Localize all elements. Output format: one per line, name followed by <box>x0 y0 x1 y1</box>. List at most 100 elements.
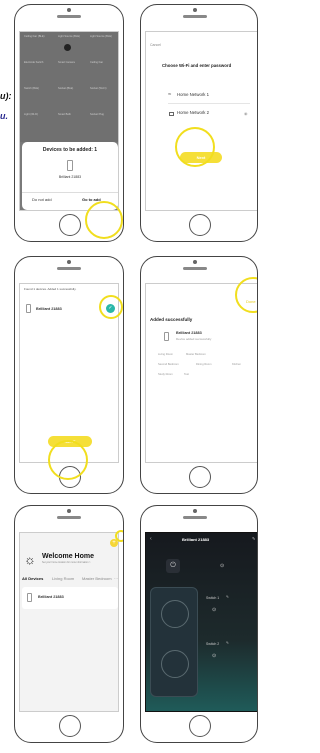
cancel-button[interactable]: Cancel <box>150 43 161 48</box>
camera <box>193 260 197 264</box>
speaker <box>57 267 81 270</box>
back-icon[interactable]: ‹ <box>150 536 152 543</box>
timer-icon[interactable]: ⊙ <box>212 607 216 613</box>
highlight-circle-check <box>99 295 123 319</box>
screen: Done Added successfully Brilliant 21883 … <box>145 283 257 463</box>
room-chip[interactable]: Second Bedroom <box>158 363 179 367</box>
eye-icon[interactable]: ◉ <box>244 111 248 116</box>
home-button[interactable] <box>189 214 211 236</box>
power-button[interactable]: ⏻ <box>166 559 180 573</box>
lock-icon <box>169 112 174 116</box>
found-message: Found 1 devices. Added 1 successfully. <box>24 287 77 291</box>
page-title: Choose Wi-Fi and enter password <box>162 63 232 68</box>
modal-divider <box>22 192 118 193</box>
camera-device-icon <box>64 44 71 51</box>
plug-icon <box>27 593 32 602</box>
devices-modal: Devices to be added: 1 Brilliant 21883 D… <box>22 142 118 210</box>
screen: + ☼ Welcome Home Set your home location … <box>19 532 119 712</box>
room-chip[interactable]: Master Bedroom <box>186 353 206 357</box>
camera <box>193 8 197 12</box>
wifi-network-2[interactable]: Home Network 2 <box>177 110 209 116</box>
device-name: Brilliant 21883 <box>38 595 64 599</box>
camera <box>67 260 71 264</box>
page-title: Added successfully <box>150 317 193 322</box>
tab-all-devices[interactable]: All Devices <box>22 576 43 581</box>
switch-2-label: Switch 2 <box>206 642 220 646</box>
welcome-subtitle[interactable]: Set your home location for more informat… <box>42 561 91 565</box>
highlight-circle <box>85 201 123 239</box>
outlet-2[interactable] <box>161 650 189 678</box>
phone-home: + ☼ Welcome Home Set your home location … <box>14 505 124 743</box>
page-title: Brilliant 21883 <box>182 537 210 542</box>
screen: ‹ Brilliant 21883 ✎ ⏻ ⊙ Switch 1 ✎ ⊙ Swi… <box>145 532 257 712</box>
home-button[interactable] <box>59 715 81 737</box>
grid-item-10[interactable]: Smart Bulb <box>58 113 71 117</box>
grid-item-11[interactable]: Socket Plug <box>90 113 104 117</box>
timer-icon[interactable]: ⊙ <box>220 563 224 569</box>
grid-item-1[interactable]: Light Source (BLE) <box>58 35 80 39</box>
highlight-circle <box>115 530 123 542</box>
device-grid: Ceiling Fan (BLE) Light Source (BLE) Lig… <box>20 32 118 142</box>
phone-add-device: Ceiling Fan (BLE) Light Source (BLE) Lig… <box>14 4 124 242</box>
plug-icon <box>67 160 73 171</box>
device-name: Brilliant 21883 <box>36 307 62 311</box>
wifi-network-1[interactable]: Home Network 1 <box>177 92 209 98</box>
highlight-circle-next <box>48 440 88 480</box>
phone-device-control: ‹ Brilliant 21883 ✎ ⏻ ⊙ Switch 1 ✎ ⊙ Swi… <box>140 505 258 743</box>
camera <box>67 509 71 513</box>
home-button[interactable] <box>59 214 81 236</box>
home-button[interactable] <box>189 715 211 737</box>
screen: Ceiling Fan (BLE) Light Source (BLE) Lig… <box>19 31 119 211</box>
speaker <box>57 516 81 519</box>
speaker <box>183 516 207 519</box>
plug-icon <box>164 332 169 341</box>
margin-text-b: u. <box>0 111 8 121</box>
room-chip[interactable]: Kitchen <box>232 363 241 367</box>
room-chip[interactable]: Test <box>184 373 189 377</box>
modal-title: Devices to be added: 1 <box>42 147 98 153</box>
switch-panel <box>150 587 198 697</box>
grid-item-6[interactable]: Switch (BLE) <box>24 87 39 91</box>
margin-text-a: u): <box>0 91 12 101</box>
wifi-icon: ≈ <box>168 92 172 98</box>
screen: Cancel Choose Wi-Fi and enter password ≈… <box>145 31 257 211</box>
camera <box>193 509 197 513</box>
sun-icon: ☼ <box>24 552 36 567</box>
speaker <box>183 15 207 18</box>
phone-wifi: Cancel Choose Wi-Fi and enter password ≈… <box>140 4 258 242</box>
device-card[interactable]: Brilliant 21883 <box>22 587 118 609</box>
grid-item-9[interactable]: Light (Wi-Fi) <box>24 113 38 117</box>
edit-icon[interactable]: ✎ <box>226 641 229 645</box>
grid-item-3[interactable]: Electrode Switch <box>24 61 43 65</box>
plug-icon <box>26 304 31 313</box>
camera <box>67 8 71 12</box>
edit-icon[interactable]: ✎ <box>226 595 229 599</box>
phone-found: Found 1 devices. Added 1 successfully. B… <box>14 256 124 494</box>
highlight-circle <box>175 127 215 167</box>
timer-icon[interactable]: ⊙ <box>212 653 216 659</box>
modal-device-name: Brilliant 21883 <box>58 175 82 179</box>
room-chip[interactable]: Living Room <box>158 353 173 357</box>
divider <box>168 103 250 104</box>
tab-more[interactable]: ··· <box>114 576 118 581</box>
grid-item-7[interactable]: Socket (BLE) <box>58 87 73 91</box>
speaker <box>183 267 207 270</box>
tab-living-room[interactable]: Living Room <box>52 576 74 581</box>
room-chip[interactable]: Study Room <box>158 373 173 377</box>
device-sub: Device added successfully <box>176 337 212 341</box>
switch-1-label: Switch 1 <box>206 596 220 600</box>
home-button[interactable] <box>189 466 211 488</box>
grid-item-4[interactable]: Smart Camera <box>58 61 75 65</box>
edit-icon[interactable]: ✎ <box>252 536 255 541</box>
room-chip[interactable]: Dining Room <box>196 363 212 367</box>
device-name: Brilliant 21883 <box>176 331 202 335</box>
grid-item-2[interactable]: Light Source (BLE) <box>90 35 112 39</box>
do-not-add-button[interactable]: Do not add <box>32 197 52 202</box>
tab-master-bedroom[interactable]: Master Bedroom <box>82 576 112 581</box>
grid-item-8[interactable]: Socket (Wi-Fi) <box>90 87 106 91</box>
welcome-title: Welcome Home <box>42 553 94 560</box>
grid-item-0[interactable]: Ceiling Fan (BLE) <box>24 35 44 39</box>
grid-item-5[interactable]: Ceiling Fan <box>90 61 103 65</box>
outlet-1[interactable] <box>161 600 189 628</box>
speaker <box>57 15 81 18</box>
